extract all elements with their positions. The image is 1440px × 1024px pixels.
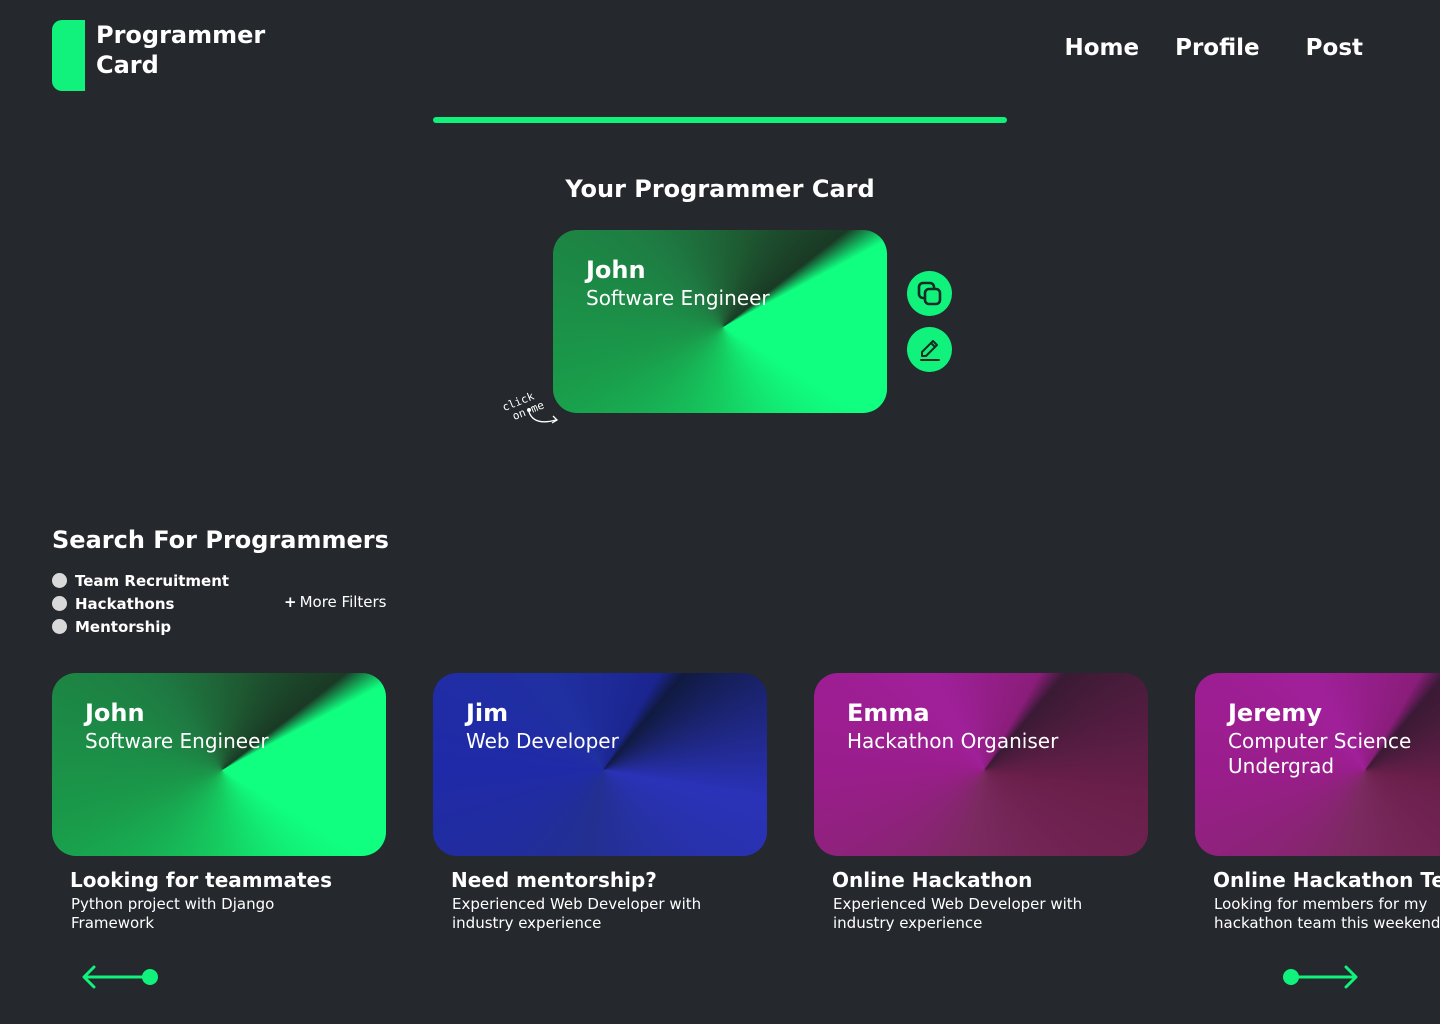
edit-card-button[interactable] — [907, 327, 952, 372]
plus-icon: + — [284, 593, 297, 611]
listing-card: Jim Web Developer Need mentorship? Exper… — [433, 673, 767, 933]
header-divider — [433, 117, 1007, 123]
nav-home[interactable]: Home — [1064, 35, 1139, 61]
carousel-next-button[interactable] — [1280, 962, 1360, 992]
nav-profile[interactable]: Profile — [1175, 35, 1260, 61]
card-name: John — [85, 699, 145, 727]
card-role: Hackathon Organiser — [847, 729, 1059, 753]
listing-card: Emma Hackathon Organiser Online Hackatho… — [814, 673, 1148, 933]
listing-title: Need mentorship? — [451, 868, 657, 892]
card-role: Computer Science Undergrad — [1228, 729, 1412, 778]
listing-description: Experienced Web Developer with industry … — [452, 895, 702, 932]
listing-description: Looking for members for my hackathon tea… — [1214, 895, 1440, 932]
filter-hackathons[interactable]: Hackathons — [52, 592, 229, 615]
listing-card: Jeremy Computer Science Undergrad Online… — [1195, 673, 1440, 933]
logo-mark — [52, 20, 85, 91]
logo[interactable]: Programmer Card — [52, 20, 276, 91]
listing-card: John Software Engineer Looking for teamm… — [52, 673, 386, 933]
card-name: Jeremy — [1228, 699, 1322, 727]
listing-programmer-card[interactable]: John Software Engineer — [52, 673, 386, 856]
arrow-left-icon — [82, 965, 158, 989]
listing-description: Experienced Web Developer with industry … — [833, 895, 1083, 932]
listing-programmer-card[interactable]: Emma Hackathon Organiser — [814, 673, 1148, 856]
search-title: Search For Programmers — [52, 526, 389, 554]
nav-post[interactable]: Post — [1306, 35, 1363, 61]
radio-icon — [52, 619, 67, 634]
filter-mentorship[interactable]: Mentorship — [52, 615, 229, 638]
card-role: Software Engineer — [586, 286, 770, 310]
pencil-icon — [919, 339, 940, 361]
listing-title: Looking for teammates — [70, 868, 332, 892]
card-name: John — [586, 256, 646, 284]
filter-list: Team Recruitment Hackathons Mentorship — [52, 569, 229, 638]
click-hint: click on me — [496, 376, 566, 431]
listing-programmer-card[interactable]: Jim Web Developer — [433, 673, 767, 856]
logo-title: Programmer Card — [96, 21, 266, 79]
radio-icon — [52, 596, 67, 611]
listing-title: Online Hackathon — [832, 868, 1033, 892]
card-name: Jim — [466, 699, 509, 727]
arrow-right-icon — [1283, 965, 1358, 989]
listing-programmer-card[interactable]: Jeremy Computer Science Undergrad — [1195, 673, 1440, 856]
your-programmer-card[interactable]: John Software Engineer — [553, 230, 887, 413]
more-filters-button[interactable]: + More Filters — [284, 593, 387, 611]
copy-card-button[interactable] — [907, 271, 952, 316]
your-card-title: Your Programmer Card — [565, 175, 875, 203]
listing-description: Python project with Django Framework — [71, 895, 275, 932]
filter-team-recruitment[interactable]: Team Recruitment — [52, 569, 229, 592]
copy-icon — [917, 281, 941, 305]
card-role: Software Engineer — [85, 729, 269, 753]
card-name: Emma — [847, 699, 930, 727]
card-role: Web Developer — [466, 729, 619, 753]
carousel-prev-button[interactable] — [80, 962, 160, 992]
radio-icon — [52, 573, 67, 588]
listing-title: Online Hackathon Team — [1213, 868, 1440, 892]
main-nav: Home Profile Post — [1064, 35, 1363, 61]
